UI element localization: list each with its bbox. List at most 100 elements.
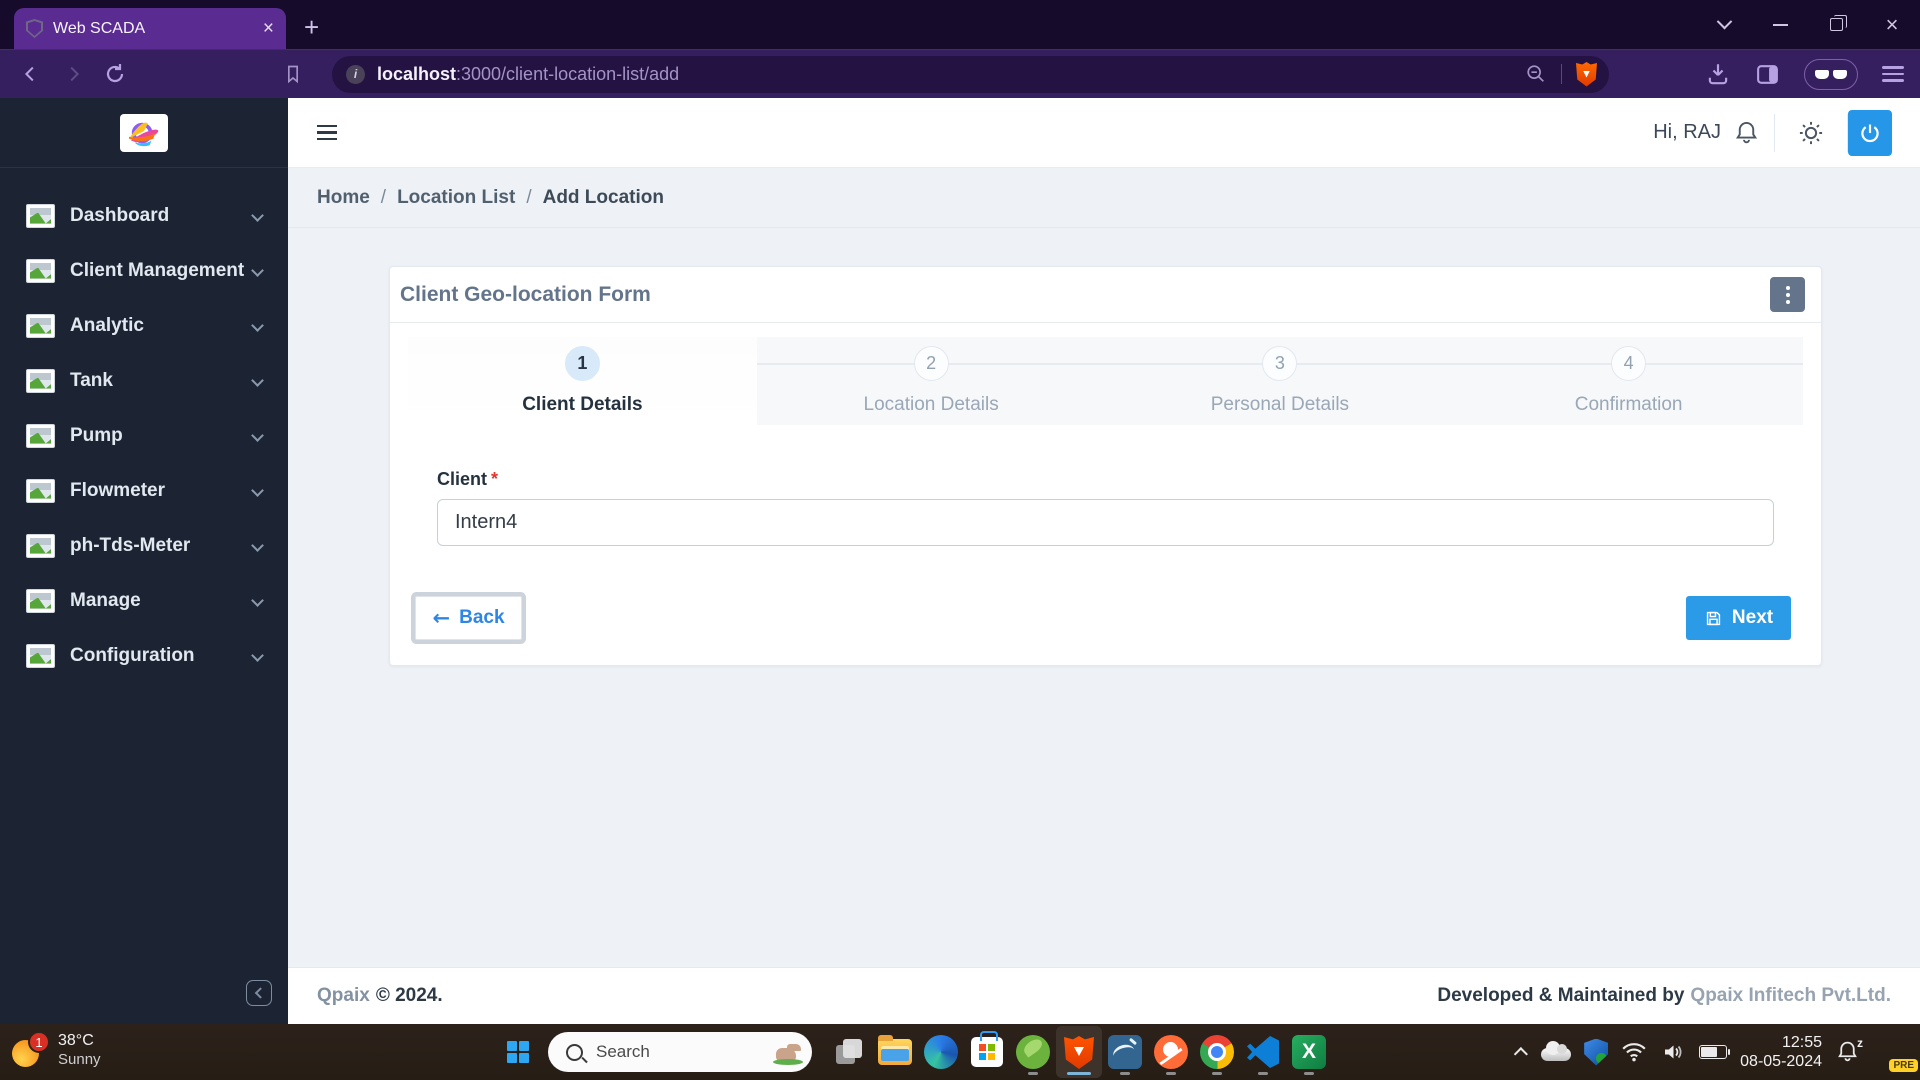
step-number: 4 xyxy=(1611,346,1646,381)
next-step-button[interactable]: Next xyxy=(1686,596,1791,640)
back-step-button[interactable]: ← Back xyxy=(415,596,522,640)
site-favicon-icon xyxy=(26,19,43,38)
theme-toggle-button[interactable] xyxy=(1797,119,1825,147)
site-info-icon[interactable]: i xyxy=(346,65,365,84)
vscode-button[interactable] xyxy=(1240,1026,1286,1078)
client-input[interactable] xyxy=(437,499,1774,546)
footer-brand-link[interactable]: Qpaix xyxy=(317,985,370,1006)
new-tab-button[interactable]: + xyxy=(304,12,319,43)
brave-shield-icon[interactable] xyxy=(1576,62,1597,87)
save-icon xyxy=(1704,609,1723,628)
footer-company-link[interactable]: Qpaix Infitech Pvt.Ltd. xyxy=(1690,985,1891,1006)
breadcrumb-location-list[interactable]: Location List xyxy=(397,187,515,209)
tab-close-icon[interactable]: × xyxy=(263,18,274,40)
edge-button[interactable] xyxy=(918,1026,964,1078)
sidebar-item-ph-tds-meter[interactable]: ph-Tds-Meter xyxy=(0,518,288,573)
sidebar-item-tank[interactable]: Tank xyxy=(0,353,288,408)
brave-lion-icon xyxy=(1064,1035,1094,1069)
bell-icon xyxy=(1733,119,1760,146)
browser-menu-icon[interactable] xyxy=(1882,62,1904,85)
speaker-icon[interactable] xyxy=(1660,1040,1686,1064)
bookmarks-button[interactable] xyxy=(272,53,314,95)
sidebar-item-configuration[interactable]: Configuration xyxy=(0,628,288,683)
postman-icon xyxy=(1154,1035,1188,1069)
broken-image-icon xyxy=(26,644,55,668)
mysql-workbench-button[interactable] xyxy=(1102,1026,1148,1078)
system-tray: 12:55 08-05-2024 z PRE xyxy=(1518,1024,1912,1080)
sidebar-collapse-button[interactable] xyxy=(246,980,272,1006)
address-bar[interactable]: i localhost:3000/client-location-list/ad… xyxy=(332,56,1609,93)
weather-widget[interactable]: 1 38°C Sunny xyxy=(12,1031,101,1069)
copilot-button[interactable]: PRE xyxy=(1876,1034,1912,1070)
tab-search-button[interactable] xyxy=(1696,0,1752,49)
maximize-button[interactable] xyxy=(1808,0,1864,49)
task-view-button[interactable] xyxy=(826,1026,872,1078)
step-label: Confirmation xyxy=(1575,394,1683,416)
sidebar-item-flowmeter[interactable]: Flowmeter xyxy=(0,463,288,518)
sidebar-item-pump[interactable]: Pump xyxy=(0,408,288,463)
step-label: Personal Details xyxy=(1211,394,1349,416)
footer-copyright: © 2024. xyxy=(376,985,443,1006)
store-icon xyxy=(971,1037,1003,1067)
battery-icon[interactable] xyxy=(1699,1045,1727,1059)
taskbar-center: Search X xyxy=(496,1024,1332,1080)
zoom-out-icon[interactable] xyxy=(1525,63,1547,85)
sidebar-item-analytic[interactable]: Analytic xyxy=(0,298,288,353)
breadcrumb-home[interactable]: Home xyxy=(317,187,370,209)
card-menu-button[interactable] xyxy=(1770,277,1805,312)
app-logo[interactable] xyxy=(120,114,168,152)
reload-button[interactable] xyxy=(94,53,136,95)
sidebar-item-client-management[interactable]: Client Management xyxy=(0,243,288,298)
header-right: Hi, RAJ xyxy=(1653,98,1920,167)
form-body: Client* xyxy=(390,425,1821,546)
tray-overflow-icon[interactable] xyxy=(1514,1047,1528,1061)
url-host: localhost xyxy=(377,64,456,84)
minimize-button[interactable] xyxy=(1752,0,1808,49)
divider xyxy=(1774,114,1775,152)
sidebar-item-label: Analytic xyxy=(70,315,144,337)
excel-button[interactable]: X xyxy=(1286,1026,1332,1078)
spring-leaf-icon xyxy=(1016,1035,1050,1069)
onedrive-icon[interactable] xyxy=(1541,1048,1571,1061)
taskbar-clock[interactable]: 12:55 08-05-2024 xyxy=(1740,1033,1822,1071)
forward-button[interactable] xyxy=(52,53,94,95)
chevron-left-icon xyxy=(255,987,266,998)
spring-tools-button[interactable] xyxy=(1010,1026,1056,1078)
sidebar-item-dashboard[interactable]: Dashboard xyxy=(0,188,288,243)
sidebar-header xyxy=(0,98,288,168)
chrome-button[interactable] xyxy=(1194,1026,1240,1078)
browser-tab[interactable]: Web SCADA × xyxy=(14,8,286,49)
brave-browser-button[interactable] xyxy=(1056,1026,1102,1078)
sidebar-item-manage[interactable]: Manage xyxy=(0,573,288,628)
downloads-icon[interactable] xyxy=(1705,61,1731,87)
file-explorer-button[interactable] xyxy=(872,1026,918,1078)
microsoft-store-button[interactable] xyxy=(964,1026,1010,1078)
taskbar-search[interactable]: Search xyxy=(548,1032,812,1072)
breadcrumb-current: Add Location xyxy=(543,187,664,209)
toolbar-right xyxy=(1705,59,1904,90)
windows-security-icon[interactable] xyxy=(1584,1039,1608,1066)
app-footer: Qpaix© 2024. Developed & Maintained byQp… xyxy=(288,967,1920,1024)
notification-center-button[interactable]: z xyxy=(1835,1038,1863,1066)
weather-condition: Sunny xyxy=(58,1050,101,1069)
sun-weather-icon: 1 xyxy=(12,1034,46,1066)
sidebar-toggle-icon[interactable] xyxy=(317,121,337,144)
chevron-right-icon xyxy=(62,63,84,85)
sidebar-item-label: Configuration xyxy=(70,645,195,667)
postman-button[interactable] xyxy=(1148,1026,1194,1078)
broken-image-icon xyxy=(26,314,55,338)
notifications-button[interactable] xyxy=(1733,119,1760,146)
mysql-dolphin-icon xyxy=(1108,1035,1142,1069)
running-indicator xyxy=(1166,1072,1176,1075)
side-panel-icon[interactable] xyxy=(1755,62,1780,87)
back-button[interactable] xyxy=(10,53,52,95)
logout-button[interactable] xyxy=(1848,110,1892,156)
close-window-button[interactable]: × xyxy=(1864,0,1920,49)
main-area: Hi, RAJ Home / Location L xyxy=(288,98,1920,1024)
brave-rewards-icon[interactable] xyxy=(1804,59,1858,90)
breadcrumb: Home / Location List / Add Location xyxy=(288,168,1920,228)
wifi-icon[interactable] xyxy=(1621,1041,1647,1063)
sidebar-nav: Dashboard Client Management Analytic Tan… xyxy=(0,168,288,683)
start-button[interactable] xyxy=(496,1028,540,1076)
running-indicator xyxy=(1304,1072,1314,1075)
